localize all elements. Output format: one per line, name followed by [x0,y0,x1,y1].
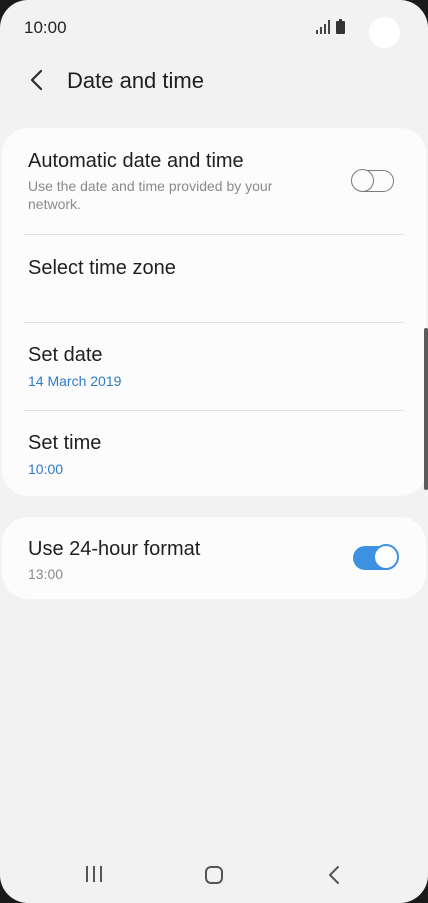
navigation-bar [0,845,428,903]
set-time-title: Set time [28,432,102,454]
select-time-zone-row[interactable]: Select time zone [2,235,426,322]
back-icon[interactable] [26,68,50,92]
nav-back-icon[interactable] [326,865,342,885]
date-time-settings-card: Automatic date and time Use the date and… [2,128,426,496]
toggle-knob [351,169,374,192]
use-24-hour-format-row[interactable]: Use 24-hour format 13:00 [2,517,426,599]
set-date-value: 14 March 2019 [28,373,122,389]
set-time-value: 10:00 [28,461,64,477]
scrollbar[interactable] [424,328,428,490]
home-icon[interactable] [204,865,224,885]
status-time: 10:00 [24,18,67,37]
camera-cutout [369,17,400,48]
automatic-date-time-subtitle-line1: Use the date and time provided by your [28,178,273,194]
use-24-hour-format-toggle[interactable] [353,544,399,570]
automatic-date-time-subtitle-line2: network. [28,196,81,212]
recent-apps-icon[interactable] [84,865,104,883]
use-24-hour-format-value: 13:00 [28,566,64,582]
set-date-title: Set date [28,344,103,366]
set-time-row[interactable]: Set time 10:00 [2,411,426,496]
toggle-knob [373,544,399,570]
automatic-date-time-row[interactable]: Automatic date and time Use the date and… [2,128,426,234]
select-time-zone-title: Select time zone [28,257,176,279]
page-title: Date and time [67,68,204,93]
status-bar: 10:00 [0,0,428,56]
format-settings-card: Use 24-hour format 13:00 [2,517,426,599]
automatic-date-time-title: Automatic date and time [28,150,244,172]
automatic-date-time-toggle[interactable] [351,169,394,192]
battery-icon [336,19,345,34]
phone-screen: 10:00 Date and time Automatic date and t… [0,0,428,903]
set-date-row[interactable]: Set date 14 March 2019 [2,323,426,410]
header: Date and time [0,56,428,106]
use-24-hour-format-title: Use 24-hour format [28,538,201,560]
signal-icon [316,20,330,34]
